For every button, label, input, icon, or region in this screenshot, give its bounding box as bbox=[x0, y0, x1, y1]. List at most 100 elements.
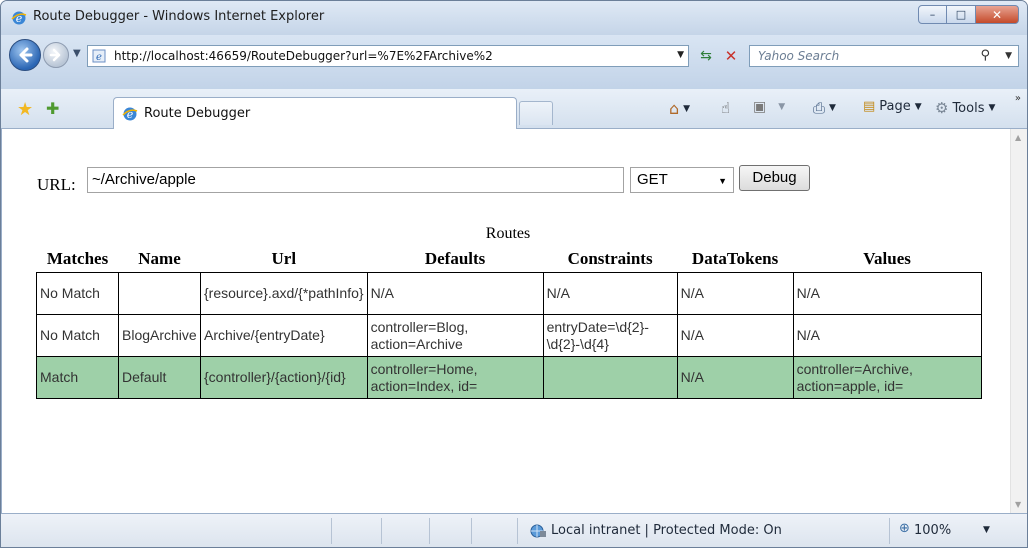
security-zone-label[interactable]: Local intranet | Protected Mode: On bbox=[551, 523, 782, 538]
forward-button[interactable] bbox=[43, 42, 69, 68]
address-input[interactable]: http://localhost:46659/RouteDebugger?url… bbox=[114, 49, 493, 63]
intranet-globe-icon bbox=[530, 524, 546, 538]
url-label: URL: bbox=[37, 175, 76, 194]
print-dropdown-icon[interactable]: ▼ bbox=[829, 103, 836, 113]
column-header-name: Name bbox=[138, 249, 181, 268]
cell-datatokens: N/A bbox=[676, 272, 794, 315]
more-commands-chevron-icon[interactable]: » bbox=[1015, 93, 1021, 104]
url-input[interactable]: ~/Archive/apple bbox=[87, 167, 624, 193]
tools-menu-label: Tools bbox=[952, 100, 985, 116]
status-divider bbox=[381, 518, 382, 544]
status-divider bbox=[517, 518, 518, 544]
rss-dropdown-icon[interactable]: ▼ bbox=[778, 102, 785, 112]
back-button[interactable] bbox=[9, 39, 41, 71]
printer-icon: ⎙ bbox=[813, 99, 826, 117]
cell-matches: No Match bbox=[36, 272, 119, 315]
tools-menu[interactable]: ⚙ Tools ▼ bbox=[935, 99, 995, 117]
status-divider bbox=[429, 518, 430, 544]
window-controls: – □ ✕ bbox=[918, 5, 1019, 25]
scroll-down-icon[interactable]: ▼ bbox=[1015, 500, 1021, 509]
cell-matches: Match bbox=[36, 356, 119, 399]
cell-constraints: entryDate=\d{2}-\d{2}-\d{4} bbox=[542, 314, 678, 357]
address-bar[interactable]: e http://localhost:46659/RouteDebugger?u… bbox=[87, 45, 689, 67]
ie-logo-icon: e bbox=[11, 11, 27, 25]
column-header-matches: Matches bbox=[46, 249, 109, 268]
cell-name bbox=[118, 272, 201, 315]
cell-name: BlogArchive bbox=[118, 314, 201, 357]
page-content: URL: ~/Archive/apple GET ▼ Debug Routes … bbox=[1, 129, 1027, 513]
window-title: Route Debugger - Windows Internet Explor… bbox=[33, 9, 325, 24]
table-row: No Match BlogArchive Archive/{entryDate}… bbox=[36, 314, 982, 357]
table-caption: Routes bbox=[485, 225, 531, 242]
print-button[interactable]: ⎙ ▼ bbox=[813, 99, 836, 117]
cell-datatokens: N/A bbox=[676, 314, 794, 357]
add-favorites-icon[interactable]: ✚ bbox=[46, 99, 59, 118]
column-header-url: Url bbox=[271, 249, 297, 268]
tab-route-debugger[interactable]: e Route Debugger bbox=[113, 97, 517, 129]
search-input[interactable]: Yahoo Search bbox=[758, 49, 839, 63]
zoom-icon[interactable]: ⊕ bbox=[899, 521, 910, 536]
stop-icon[interactable]: ✕ bbox=[721, 46, 741, 66]
svg-text:e: e bbox=[96, 52, 102, 63]
search-options-dropdown-icon[interactable]: ▼ bbox=[1005, 51, 1012, 61]
close-icon: ✕ bbox=[991, 7, 1003, 22]
cell-constraints bbox=[542, 356, 678, 399]
page-icon: e bbox=[92, 49, 106, 63]
rss-button[interactable]: ▣ ▼ bbox=[753, 99, 785, 115]
cell-defaults: controller=Home, action=Index, id= bbox=[366, 356, 544, 399]
column-header-datatokens: DataTokens bbox=[691, 249, 779, 268]
home-icon: ⌂ bbox=[669, 99, 680, 118]
vertical-scrollbar[interactable]: ▲ ▼ bbox=[1010, 129, 1027, 513]
table-row-match: Match Default {controller}/{action}/{id}… bbox=[36, 356, 982, 399]
zoom-level[interactable]: 100% bbox=[914, 523, 951, 538]
cell-defaults: controller=Blog, action=Archive bbox=[366, 314, 544, 357]
minimize-button[interactable]: – bbox=[918, 5, 947, 24]
scroll-up-icon[interactable]: ▲ bbox=[1015, 133, 1021, 142]
address-dropdown-icon[interactable]: ▼ bbox=[677, 50, 684, 60]
close-button[interactable]: ✕ bbox=[976, 5, 1019, 24]
new-tab-button[interactable] bbox=[519, 101, 553, 125]
cell-name: Default bbox=[118, 356, 201, 399]
column-header-defaults: Defaults bbox=[424, 249, 486, 268]
title-bar[interactable]: e Route Debugger - Windows Internet Expl… bbox=[1, 1, 1027, 35]
cell-values: N/A bbox=[792, 272, 982, 315]
status-divider bbox=[471, 518, 472, 544]
routes-table: Matches Name Url Defaults Constraints Da… bbox=[36, 247, 982, 399]
page-menu-icon: ▤ bbox=[863, 99, 876, 114]
table-header-row: Matches Name Url Defaults Constraints Da… bbox=[37, 247, 982, 273]
ie-page-icon: e bbox=[122, 107, 138, 121]
debug-button[interactable]: Debug bbox=[739, 165, 810, 191]
http-method-value: GET bbox=[637, 171, 668, 188]
search-icon[interactable]: ⚲ bbox=[980, 48, 990, 63]
page-menu-label: Page bbox=[879, 99, 911, 114]
status-divider bbox=[331, 518, 332, 544]
status-divider bbox=[889, 518, 890, 544]
cell-constraints: N/A bbox=[542, 272, 678, 315]
rss-icon: ▣ bbox=[753, 99, 767, 115]
arrow-right-icon bbox=[49, 48, 61, 62]
browser-window: e Route Debugger - Windows Internet Expl… bbox=[0, 0, 1028, 548]
tab-bar: ★ ✚ e Route Debugger ⌂ ▼ ☝ ▣ ▼ ⎙ ▼ ▤ Page ▼ bbox=[1, 89, 1027, 129]
http-method-select[interactable]: GET ▼ bbox=[630, 167, 734, 193]
maximize-button[interactable]: □ bbox=[947, 5, 976, 24]
recent-pages-dropdown-icon[interactable]: ▼ bbox=[73, 48, 81, 59]
refresh-icon[interactable]: ⇆ bbox=[696, 46, 716, 66]
tab-label: Route Debugger bbox=[144, 106, 251, 121]
home-button[interactable]: ⌂ ▼ bbox=[669, 99, 690, 118]
cell-defaults: N/A bbox=[366, 272, 544, 315]
favorites-star-icon[interactable]: ★ bbox=[17, 99, 33, 120]
maximize-icon: □ bbox=[955, 8, 967, 21]
page-menu[interactable]: ▤ Page ▼ bbox=[863, 99, 922, 114]
cell-datatokens: N/A bbox=[676, 356, 794, 399]
table-row: No Match {resource}.axd/{*pathInfo} N/A … bbox=[36, 272, 982, 315]
minimize-icon: – bbox=[929, 8, 936, 21]
arrow-left-icon bbox=[19, 47, 33, 63]
cell-values: N/A bbox=[792, 314, 982, 357]
feeds-button[interactable]: ☝ bbox=[721, 99, 730, 117]
cell-url: {resource}.axd/{*pathInfo} bbox=[200, 272, 368, 315]
column-header-constraints: Constraints bbox=[567, 249, 653, 268]
home-dropdown-icon[interactable]: ▼ bbox=[683, 104, 690, 114]
search-box[interactable]: Yahoo Search ⚲ ▼ bbox=[749, 45, 1019, 67]
cell-url: Archive/{entryDate} bbox=[200, 314, 368, 357]
zoom-dropdown-icon[interactable]: ▼ bbox=[983, 525, 990, 535]
